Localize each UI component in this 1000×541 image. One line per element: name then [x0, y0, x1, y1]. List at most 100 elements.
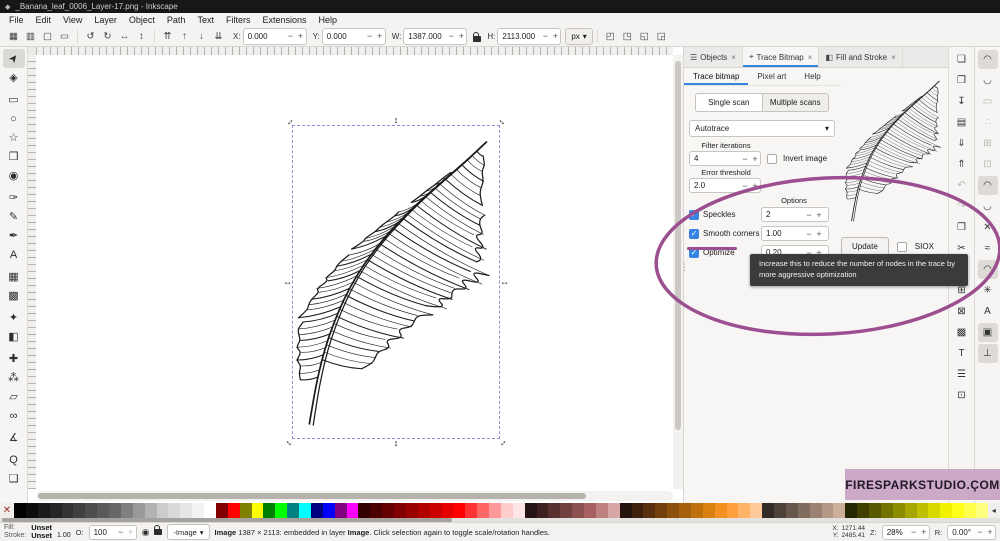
multiple-scans-button[interactable]: Multiple scans: [762, 93, 829, 112]
snap-grid-guide-toggle[interactable]: ⊥: [977, 344, 998, 363]
color-swatch-6[interactable]: [85, 503, 98, 518]
color-swatch-58[interactable]: [702, 503, 715, 518]
selected-image-banana-leaf[interactable]: ↔ ↕ ↔ ↔ ↔ ↔ ↕ ↔: [282, 114, 509, 448]
calligraphy-tool[interactable]: ✒: [3, 226, 25, 245]
snap-path-intersections-toggle[interactable]: ✕: [978, 218, 998, 237]
rotation-value[interactable]: 0.00°: [948, 528, 975, 537]
smooth-corners-value[interactable]: 1.00: [762, 229, 804, 238]
ellipse-tool[interactable]: ○: [3, 109, 25, 128]
star-tool[interactable]: ☆: [3, 128, 25, 147]
error-threshold-decrement[interactable]: −: [740, 181, 750, 191]
y-increment[interactable]: +: [375, 31, 385, 41]
spray-tool[interactable]: ⁂: [3, 368, 25, 387]
palette-scroll-left-icon[interactable]: ◂: [987, 503, 1000, 518]
new-document-button[interactable]: ❏: [952, 50, 972, 69]
color-swatch-72[interactable]: [869, 503, 881, 518]
zoom-decrement[interactable]: −: [909, 527, 919, 537]
snap-text-toggle[interactable]: A: [978, 302, 998, 321]
opacity-increment[interactable]: +: [126, 527, 136, 537]
color-swatch-77[interactable]: [928, 503, 941, 518]
deselect-button[interactable]: ▢: [39, 28, 56, 44]
scale-handle-left[interactable]: ↔: [283, 277, 292, 287]
color-swatch-57[interactable]: [690, 503, 703, 518]
color-swatch-69[interactable]: [833, 503, 846, 518]
y-value[interactable]: 0.000: [323, 32, 365, 41]
snap-nodes-toggle[interactable]: ◠: [977, 176, 998, 195]
tab-trace-bitmap[interactable]: Trace bitmap: [684, 67, 748, 85]
color-swatch-5[interactable]: [73, 503, 86, 518]
height-input[interactable]: 2113.000 − +: [497, 27, 562, 45]
scale-handle-top-right[interactable]: ↔: [496, 114, 509, 127]
color-swatch-75[interactable]: [904, 503, 917, 518]
color-swatch-9[interactable]: [120, 503, 133, 518]
speckles-checkbox[interactable]: ✓: [689, 209, 699, 220]
transform-gradient-toggle[interactable]: ◱: [636, 28, 653, 44]
zoom-tool[interactable]: Q: [3, 450, 25, 469]
align-dialog-button[interactable]: ☰: [952, 365, 972, 384]
color-swatch-71[interactable]: [857, 503, 869, 518]
layer-selector[interactable]: -Image ▾: [167, 524, 210, 540]
snap-smooth-nodes-toggle[interactable]: ≈: [978, 239, 998, 258]
color-swatch-38[interactable]: [465, 503, 478, 518]
color-swatch-44[interactable]: [536, 503, 549, 518]
close-icon[interactable]: ×: [808, 53, 813, 62]
color-swatch-41[interactable]: [500, 503, 513, 518]
color-swatch-14[interactable]: [180, 503, 193, 518]
zoom-drawing-button[interactable]: ⊡: [952, 386, 972, 405]
transform-corners-toggle[interactable]: ◳: [619, 28, 636, 44]
color-swatch-27[interactable]: [334, 503, 347, 518]
color-swatch-28[interactable]: [346, 503, 359, 518]
x-decrement[interactable]: −: [286, 31, 296, 41]
rotate-cw-button[interactable]: ↻: [99, 28, 116, 44]
smooth-corners-increment[interactable]: +: [814, 229, 824, 239]
color-swatch-18[interactable]: [227, 503, 240, 518]
snap-midpoints-toggle[interactable]: ◠: [977, 260, 998, 279]
color-swatch-4[interactable]: [61, 503, 74, 518]
color-swatch-55[interactable]: [667, 503, 679, 518]
rotation-input[interactable]: 0.00° − +: [947, 524, 996, 540]
text-dialog-button[interactable]: T: [952, 344, 972, 363]
menu-filters[interactable]: Filters: [220, 15, 257, 25]
lower-to-bottom-button[interactable]: ⇊: [210, 28, 227, 44]
group-button[interactable]: ▩: [952, 323, 972, 342]
color-swatch-23[interactable]: [287, 503, 299, 518]
single-scan-button[interactable]: Single scan: [695, 93, 763, 112]
color-swatch-48[interactable]: [584, 503, 596, 518]
color-swatch-31[interactable]: [382, 503, 394, 518]
gradient-tool[interactable]: ▦: [3, 267, 25, 286]
color-swatch-37[interactable]: [453, 503, 466, 518]
color-swatch-17[interactable]: [215, 503, 228, 518]
color-swatch-73[interactable]: [880, 503, 893, 518]
unit-dropdown[interactable]: px ▾: [565, 27, 593, 45]
width-input[interactable]: 1387.000 − +: [403, 27, 468, 45]
opacity-input[interactable]: 100 − +: [88, 524, 137, 540]
dock-tab-trace-bitmap[interactable]: ⌖ Trace Bitmap ×: [742, 47, 820, 67]
snap-bbox-corners-toggle[interactable]: ∴: [978, 113, 998, 132]
error-threshold-increment[interactable]: +: [750, 181, 760, 191]
snap-bbox-edge-mid-toggle[interactable]: ⊞: [978, 134, 998, 153]
export-button[interactable]: ⇑: [952, 155, 972, 174]
mesh-tool[interactable]: ▩: [3, 286, 25, 305]
color-swatch-70[interactable]: [845, 503, 858, 518]
snap-others-toggle[interactable]: ✳: [978, 281, 998, 300]
color-swatch-0[interactable]: [14, 503, 26, 518]
color-swatch-2[interactable]: [37, 503, 50, 518]
color-swatch-50[interactable]: [607, 503, 620, 518]
color-swatch-81[interactable]: [975, 503, 988, 518]
speckles-increment[interactable]: +: [814, 210, 824, 220]
select-all-button[interactable]: ▦: [5, 28, 22, 44]
menu-path[interactable]: Path: [161, 15, 192, 25]
rotate-ccw-button[interactable]: ↺: [82, 28, 99, 44]
color-swatch-35[interactable]: [429, 503, 442, 518]
menu-file[interactable]: File: [3, 15, 30, 25]
dock-tab-objects[interactable]: ☰ Objects ×: [684, 47, 743, 67]
snap-bbox-toggle[interactable]: ◡: [978, 71, 998, 90]
flip-horizontal-button[interactable]: ↔: [116, 28, 133, 44]
color-swatch-32[interactable]: [394, 503, 406, 518]
color-swatch-33[interactable]: [405, 503, 418, 518]
color-swatch-24[interactable]: [299, 503, 311, 518]
selector-tool[interactable]: ➤: [2, 49, 25, 68]
color-swatch-12[interactable]: [156, 503, 169, 518]
lock-ratio-icon[interactable]: [473, 32, 482, 42]
spiral-tool[interactable]: ◉: [3, 166, 25, 185]
